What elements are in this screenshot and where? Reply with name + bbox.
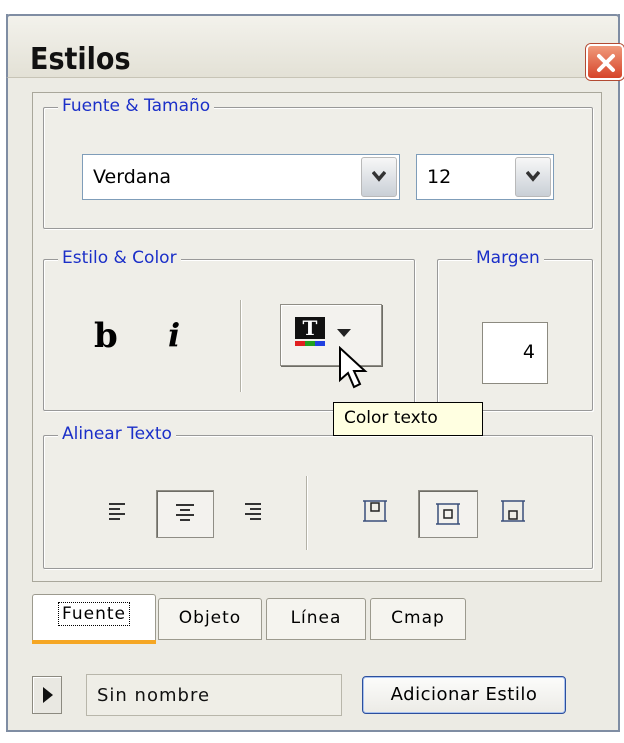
align-bottom-icon[interactable] <box>500 498 526 524</box>
size-select[interactable]: 12 <box>416 154 554 200</box>
chevron-down-icon <box>372 170 386 182</box>
align-text-group: Alinear Texto <box>43 424 593 569</box>
style-color-legend: Estilo & Color <box>58 248 181 268</box>
chevron-down-icon <box>337 329 351 337</box>
align-left-icon[interactable] <box>106 500 130 524</box>
margin-group: Margen 4 <box>437 248 593 411</box>
bold-button[interactable]: b <box>94 316 118 356</box>
font-size-legend: Fuente & Tamaño <box>58 96 215 116</box>
tooltip: Color texto <box>333 402 483 436</box>
svg-text:T: T <box>303 316 318 340</box>
style-color-group: Estilo & Color b i T <box>43 248 415 411</box>
font-dropdown-button[interactable] <box>361 157 397 197</box>
tab-linea-label: Línea <box>290 608 342 628</box>
style-name-field[interactable]: Sin nombre <box>86 674 342 716</box>
font-size-group: Fuente & Tamaño Verdana 12 <box>43 96 593 229</box>
tab-objeto-label: Objeto <box>178 608 242 628</box>
margin-value: 4 <box>522 341 535 363</box>
font-select[interactable]: Verdana <box>82 154 400 200</box>
align-center-button[interactable] <box>156 490 214 538</box>
italic-button[interactable]: i <box>168 316 180 354</box>
mouse-cursor-icon <box>339 346 368 389</box>
tab-fuente-label: Fuente <box>58 602 130 626</box>
tab-linea[interactable]: Línea <box>266 598 366 640</box>
close-icon <box>597 54 615 72</box>
styles-panel: Fuente & Tamaño Verdana 12 Estilo & Colo… <box>32 92 602 582</box>
play-button[interactable] <box>32 676 62 714</box>
align-middle-icon <box>436 503 460 525</box>
tab-cmap-label: Cmap <box>391 608 445 628</box>
play-icon <box>43 687 53 703</box>
align-middle-button[interactable] <box>418 490 478 538</box>
window-title: Estilos <box>30 42 131 77</box>
active-tab-indicator <box>32 640 156 644</box>
close-button[interactable] <box>586 44 624 80</box>
margin-input[interactable]: 4 <box>482 322 548 384</box>
align-right-icon[interactable] <box>240 500 264 524</box>
tab-objeto[interactable]: Objeto <box>158 598 262 640</box>
style-separator <box>240 300 241 392</box>
tab-cmap[interactable]: Cmap <box>370 598 466 640</box>
align-separator <box>306 476 307 550</box>
align-center-icon <box>176 504 194 521</box>
margin-legend: Margen <box>472 248 544 268</box>
font-select-value: Verdana <box>93 166 172 188</box>
title-bar[interactable]: Estilos <box>6 14 624 80</box>
chevron-down-icon <box>526 170 540 182</box>
size-select-value: 12 <box>427 166 452 188</box>
align-text-legend: Alinear Texto <box>58 424 176 444</box>
size-dropdown-button[interactable] <box>515 157 551 197</box>
align-top-icon[interactable] <box>362 498 388 524</box>
tab-fuente[interactable]: Fuente <box>32 594 156 640</box>
add-style-button[interactable]: Adicionar Estilo <box>362 676 566 714</box>
